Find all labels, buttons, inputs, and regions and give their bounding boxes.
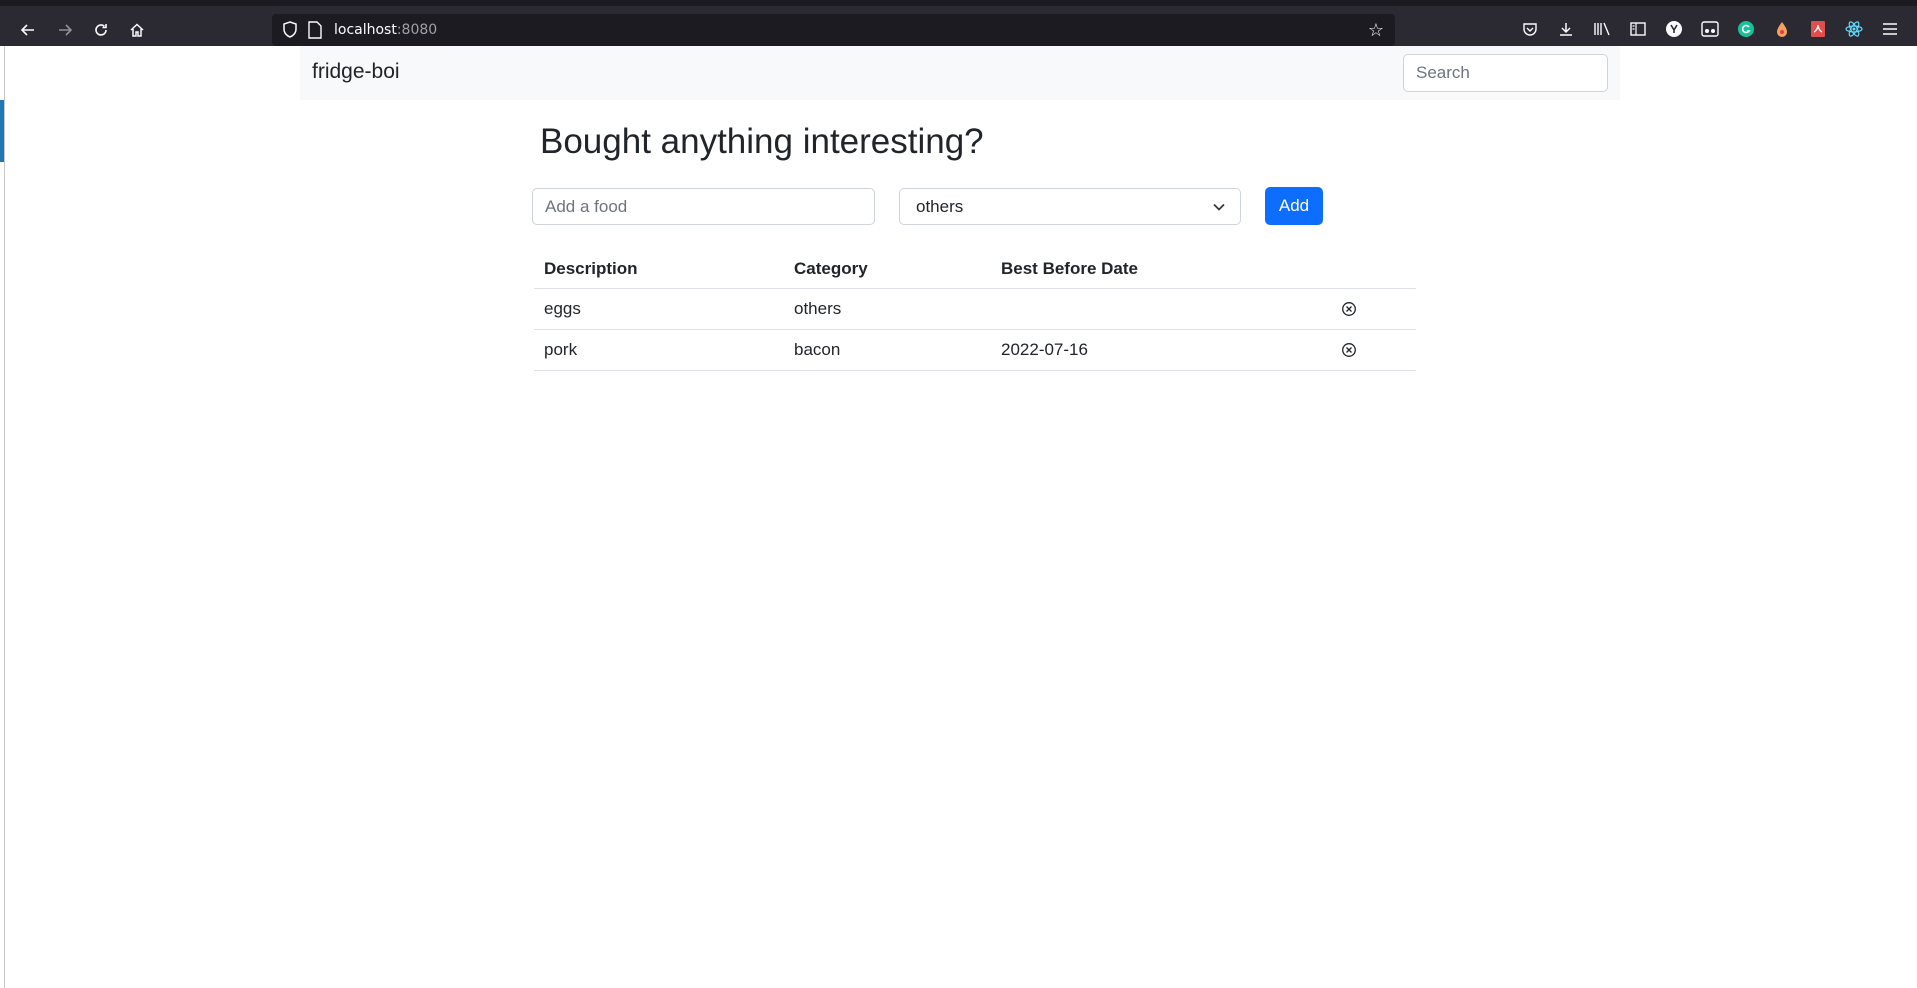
left-border [4,46,5,988]
pocket-icon[interactable] [1518,17,1542,41]
food-table: Description Category Best Before Date eg… [534,250,1416,371]
back-icon[interactable] [14,16,42,44]
menu-icon[interactable] [1878,17,1902,41]
category-select-value: others [916,197,964,216]
cell-best-before: 2022-07-16 [991,329,1331,371]
chevron-down-icon [1213,203,1225,211]
delete-circle-x-icon[interactable] [1341,301,1357,317]
page-icon [308,21,322,39]
forward-icon[interactable] [51,16,79,44]
home-icon[interactable] [123,16,151,44]
cell-category: others [784,288,991,330]
url-host: localhost [334,22,397,38]
download-icon[interactable] [1554,17,1578,41]
table-row: pork bacon 2022-07-16 [534,329,1416,371]
reader-extension-icon[interactable] [1698,17,1722,41]
cell-actions [1331,288,1416,330]
add-food-input[interactable] [532,188,875,225]
honey-extension-icon[interactable] [1770,17,1794,41]
header-category: Category [784,250,991,289]
url-text[interactable]: localhost:8080 [334,22,437,38]
react-devtools-icon[interactable] [1842,17,1866,41]
sidebar-icon[interactable] [1626,17,1650,41]
add-button[interactable]: Add [1265,187,1323,225]
grammarly-icon[interactable] [1734,17,1758,41]
cell-actions [1331,329,1416,371]
delete-circle-x-icon[interactable] [1341,342,1357,358]
cell-description: eggs [534,288,784,330]
url-bar[interactable]: localhost:8080 ☆ [272,14,1395,46]
category-select[interactable]: others [899,188,1241,225]
table-header-row: Description Category Best Before Date [534,250,1416,289]
pdf-extension-icon[interactable] [1806,17,1830,41]
library-icon[interactable] [1590,17,1614,41]
cell-best-before [991,288,1331,330]
reload-icon[interactable] [87,16,115,44]
header-best-before: Best Before Date [991,250,1331,289]
header-actions [1331,250,1416,289]
cell-category: bacon [784,329,991,371]
url-port: :8080 [396,22,438,38]
bookmark-star-icon[interactable]: ☆ [1365,19,1387,41]
header-description: Description [534,250,784,289]
shield-icon[interactable] [280,20,300,40]
page-title: Bought anything interesting? [540,122,984,161]
search-input[interactable] [1403,54,1608,92]
cell-description: pork [534,329,784,371]
app-navbar: fridge-boi [300,46,1620,100]
yandex-extension-icon[interactable] [1662,17,1686,41]
navbar-brand[interactable]: fridge-boi [312,60,400,84]
table-row: eggs others [534,288,1416,330]
browser-toolbar: localhost:8080 ☆ [0,0,1917,46]
